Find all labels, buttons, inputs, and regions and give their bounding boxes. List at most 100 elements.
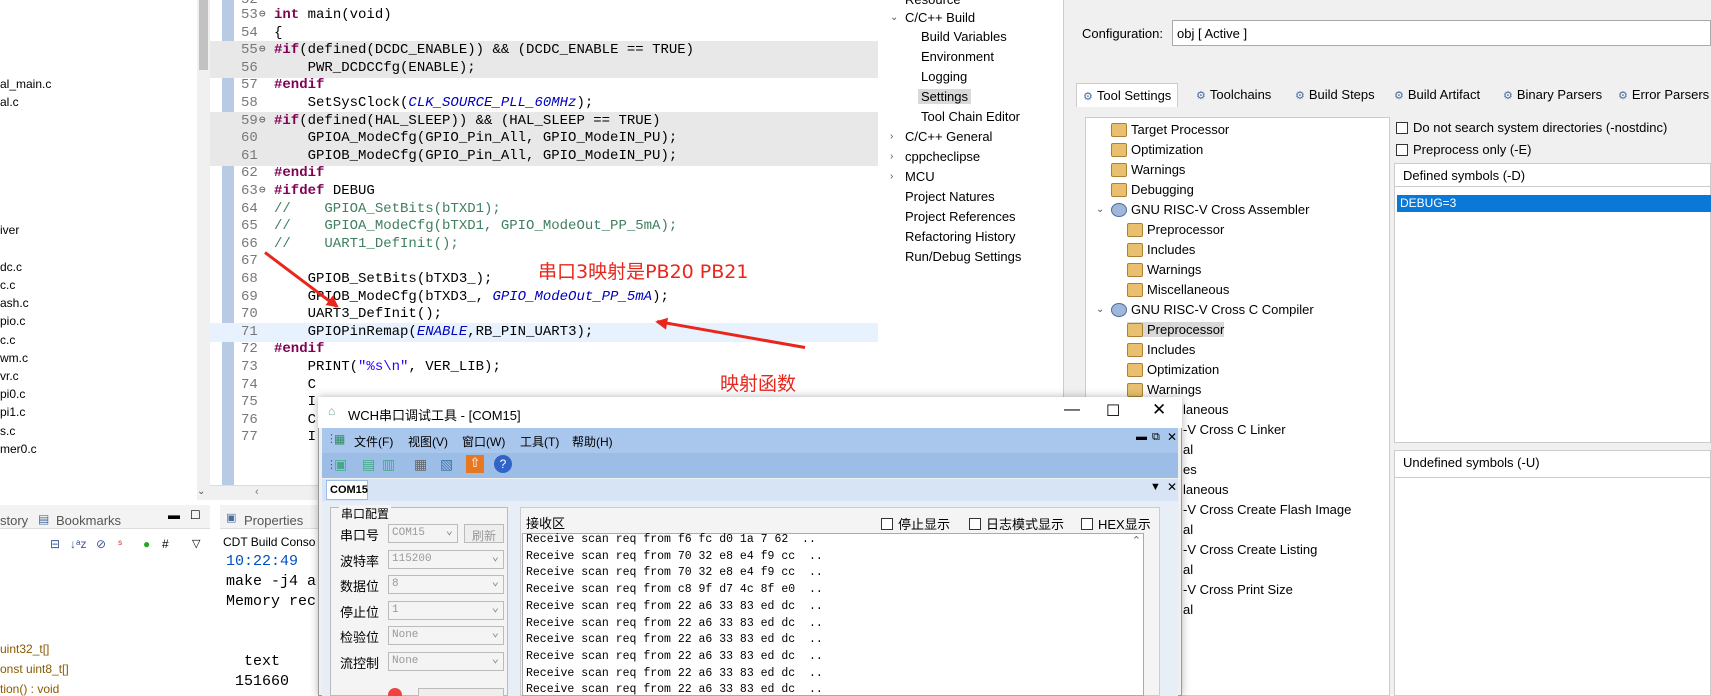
- scroll-down-icon[interactable]: ⌄: [197, 486, 205, 497]
- calc-icon[interactable]: ▦: [414, 456, 427, 473]
- tool-tree-item[interactable]: Preprocessor: [1127, 322, 1225, 337]
- explorer-file[interactable]: mer0.c: [0, 442, 37, 456]
- tab-build-artifact[interactable]: ⚙ Build Artifact: [1388, 83, 1486, 107]
- tool-tree-item[interactable]: es: [1183, 462, 1197, 477]
- code-line-64[interactable]: 64 // GPIOA_SetBits(bTXD1);: [210, 200, 878, 219]
- menu-file[interactable]: 文件(F): [354, 433, 393, 450]
- prop-tree-item[interactable]: Project References: [905, 209, 1016, 224]
- prop-tree-item[interactable]: cppcheclipse: [905, 149, 980, 164]
- tool-tree-item[interactable]: Miscellaneous: [1127, 282, 1229, 297]
- tab-com15[interactable]: COM15: [326, 480, 368, 500]
- menu-help[interactable]: 帮助(H): [572, 433, 613, 450]
- code-line-60[interactable]: 60 GPIOA_ModeCfg(GPIO_Pin_All, GPIO_Mode…: [210, 129, 878, 149]
- chevron-down-icon[interactable]: ⌄: [890, 12, 898, 23]
- scroll-left-icon[interactable]: ‹: [255, 486, 259, 498]
- hide-fields-icon[interactable]: ⊘: [96, 537, 106, 551]
- prop-tree-item[interactable]: Tool Chain Editor: [921, 109, 1020, 124]
- minimize-icon[interactable]: ▬: [168, 508, 180, 522]
- tool-tree-item[interactable]: Target Processor: [1111, 122, 1229, 137]
- chevron-down-icon[interactable]: ⌄: [1096, 204, 1104, 215]
- code-line-55[interactable]: 55 ⊖ #if(defined(DCDC_ENABLE)) && (DCDC_EN…: [210, 41, 878, 61]
- nostdinc-checkbox[interactable]: Do not search system directories (-nostd…: [1396, 120, 1667, 135]
- chevron-right-icon[interactable]: ›: [890, 131, 893, 142]
- code-line-61[interactable]: 61 GPIOB_ModeCfg(GPIO_Pin_All, GPIO_Mode…: [210, 146, 878, 166]
- explorer-file[interactable]: c.c: [0, 333, 15, 347]
- tab-toolchains[interactable]: ⚙ Toolchains: [1190, 83, 1277, 107]
- code-line-59[interactable]: 59 ⊖ #if(defined(HAL_SLEEP)) && (HAL_SLEEP…: [210, 111, 878, 131]
- tool-tree-item[interactable]: GNU RISC-V Cross Assembler: [1111, 202, 1309, 217]
- collapse-all-icon[interactable]: ⊟: [50, 537, 60, 551]
- tool-tree-item[interactable]: -V Cross Create Flash Image: [1183, 502, 1351, 517]
- tool-tree-item[interactable]: Warnings: [1111, 162, 1185, 177]
- hide-static-icon[interactable]: ˢ: [118, 537, 122, 551]
- code-line-70[interactable]: 70 UART3_DefInit();: [210, 305, 878, 324]
- explorer-file[interactable]: c.c: [0, 278, 15, 292]
- tool-tree-item[interactable]: GNU RISC-V Cross C Compiler: [1111, 302, 1314, 317]
- prop-tree-item[interactable]: C/C++ General: [905, 129, 992, 144]
- tool-tree-item[interactable]: Warnings: [1127, 382, 1201, 397]
- menu-tools[interactable]: 工具(T): [520, 433, 559, 450]
- tool-tree-item[interactable]: al: [1183, 562, 1193, 577]
- hash-icon[interactable]: #: [162, 537, 169, 551]
- tool-tree-item[interactable]: Includes: [1127, 342, 1195, 357]
- menu-window[interactable]: 窗口(W): [462, 433, 505, 450]
- explorer-file[interactable]: vr.c: [0, 369, 19, 383]
- tool-tree-item[interactable]: -V Cross Print Size: [1183, 582, 1293, 597]
- fold-icon[interactable]: ⊖: [259, 112, 266, 131]
- defined-symbols-list[interactable]: Defined symbols (-D) DEBUG=3: [1394, 163, 1711, 443]
- code-line-56[interactable]: 56 PWR_DCDCCfg(ENABLE);: [210, 58, 878, 78]
- code-line-62[interactable]: 62 #endif: [210, 164, 878, 183]
- prop-tree-item[interactable]: Environment: [921, 49, 994, 64]
- chevron-down-icon[interactable]: ⌄: [1096, 304, 1104, 315]
- tab-error-parsers[interactable]: ⚙ Error Parsers: [1612, 83, 1711, 107]
- undefined-symbols-list[interactable]: Undefined symbols (-U): [1394, 450, 1711, 696]
- fold-icon[interactable]: ⊖: [259, 6, 266, 25]
- tab-history[interactable]: story: [0, 513, 28, 528]
- fold-icon[interactable]: ⊖: [259, 41, 266, 60]
- tool-tree-item[interactable]: Warnings: [1127, 262, 1201, 277]
- explorer-file[interactable]: iver: [0, 223, 19, 237]
- tab-close-icon[interactable]: ✕: [1167, 480, 1177, 494]
- tool-tree-item[interactable]: Includes: [1127, 242, 1195, 257]
- open-port-icon[interactable]: [388, 688, 402, 696]
- defined-symbol-item[interactable]: DEBUG=3: [1397, 195, 1711, 212]
- open-port-button[interactable]: [418, 688, 504, 696]
- help-icon[interactable]: ?: [494, 455, 512, 473]
- hex-display-checkbox[interactable]: HEX显示: [1081, 514, 1151, 533]
- prop-tree-item[interactable]: Build Variables: [921, 29, 1007, 44]
- tool-tree-item[interactable]: Preprocessor: [1127, 222, 1224, 237]
- maximize-icon[interactable]: ☐: [190, 508, 201, 522]
- mdi-minimize-icon[interactable]: ▬: [1136, 431, 1147, 443]
- configuration-select[interactable]: obj [ Active ]: [1172, 20, 1711, 46]
- mdi-close-icon[interactable]: ✕: [1167, 430, 1177, 444]
- prop-tree-item[interactable]: Project Natures: [905, 189, 995, 204]
- prop-tree-item[interactable]: C/C++ Build: [905, 10, 975, 25]
- serial-field-select[interactable]: 8: [388, 574, 504, 594]
- outline-item-3[interactable]: tion() : void: [0, 682, 59, 696]
- view-menu-icon[interactable]: ▽: [192, 537, 200, 550]
- serial-field-select[interactable]: 115200: [388, 549, 504, 569]
- explorer-file[interactable]: dc.c: [0, 260, 22, 274]
- minimize-window-icon[interactable]: —: [1064, 401, 1080, 419]
- code-line-65[interactable]: 65 // GPIOA_ModeCfg(bTXD1, GPIO_ModeOut_P…: [210, 217, 878, 236]
- mdi-restore-icon[interactable]: ⧉: [1152, 431, 1160, 444]
- code-line-57[interactable]: 57 #endif: [210, 76, 878, 95]
- chevron-right-icon[interactable]: ›: [890, 151, 893, 162]
- serial-titlebar[interactable]: ⌂ WCH串口调试工具 - [COM15] — ☐ ✕: [318, 397, 1182, 428]
- tool-tree-item[interactable]: -V Cross C Linker: [1183, 422, 1286, 437]
- recv-scroll-up-icon[interactable]: ⌃: [1132, 534, 1141, 547]
- explorer-file[interactable]: wm.c: [0, 351, 28, 365]
- prop-tree-item[interactable]: Run/Debug Settings: [905, 249, 1021, 264]
- prop-tree-item[interactable]: Settings: [918, 89, 971, 104]
- code-line-69[interactable]: 69 GPIOB_ModeCfg(bTXD3_, GPIO_ModeOut_PP…: [210, 288, 878, 307]
- tab-dropdown-icon[interactable]: ▼: [1150, 481, 1161, 493]
- explorer-file[interactable]: al_main.c: [0, 77, 51, 91]
- code-line-63[interactable]: 63 ⊖ #ifdef DEBUG: [210, 182, 878, 201]
- tool-tree-item[interactable]: Debugging: [1111, 182, 1194, 197]
- code-line-58[interactable]: 58 SetSysClock(CLK_SOURCE_PLL_60MHz);: [210, 94, 878, 113]
- tool-tree-item[interactable]: laneous: [1183, 482, 1229, 497]
- code-line-66[interactable]: 66// UART1_DefInit();: [210, 235, 878, 254]
- tool-tree-item[interactable]: -V Cross Create Listing: [1183, 542, 1317, 557]
- log-mode-checkbox[interactable]: 日志模式显示: [969, 514, 1064, 533]
- serial-field-select[interactable]: 1: [388, 600, 504, 620]
